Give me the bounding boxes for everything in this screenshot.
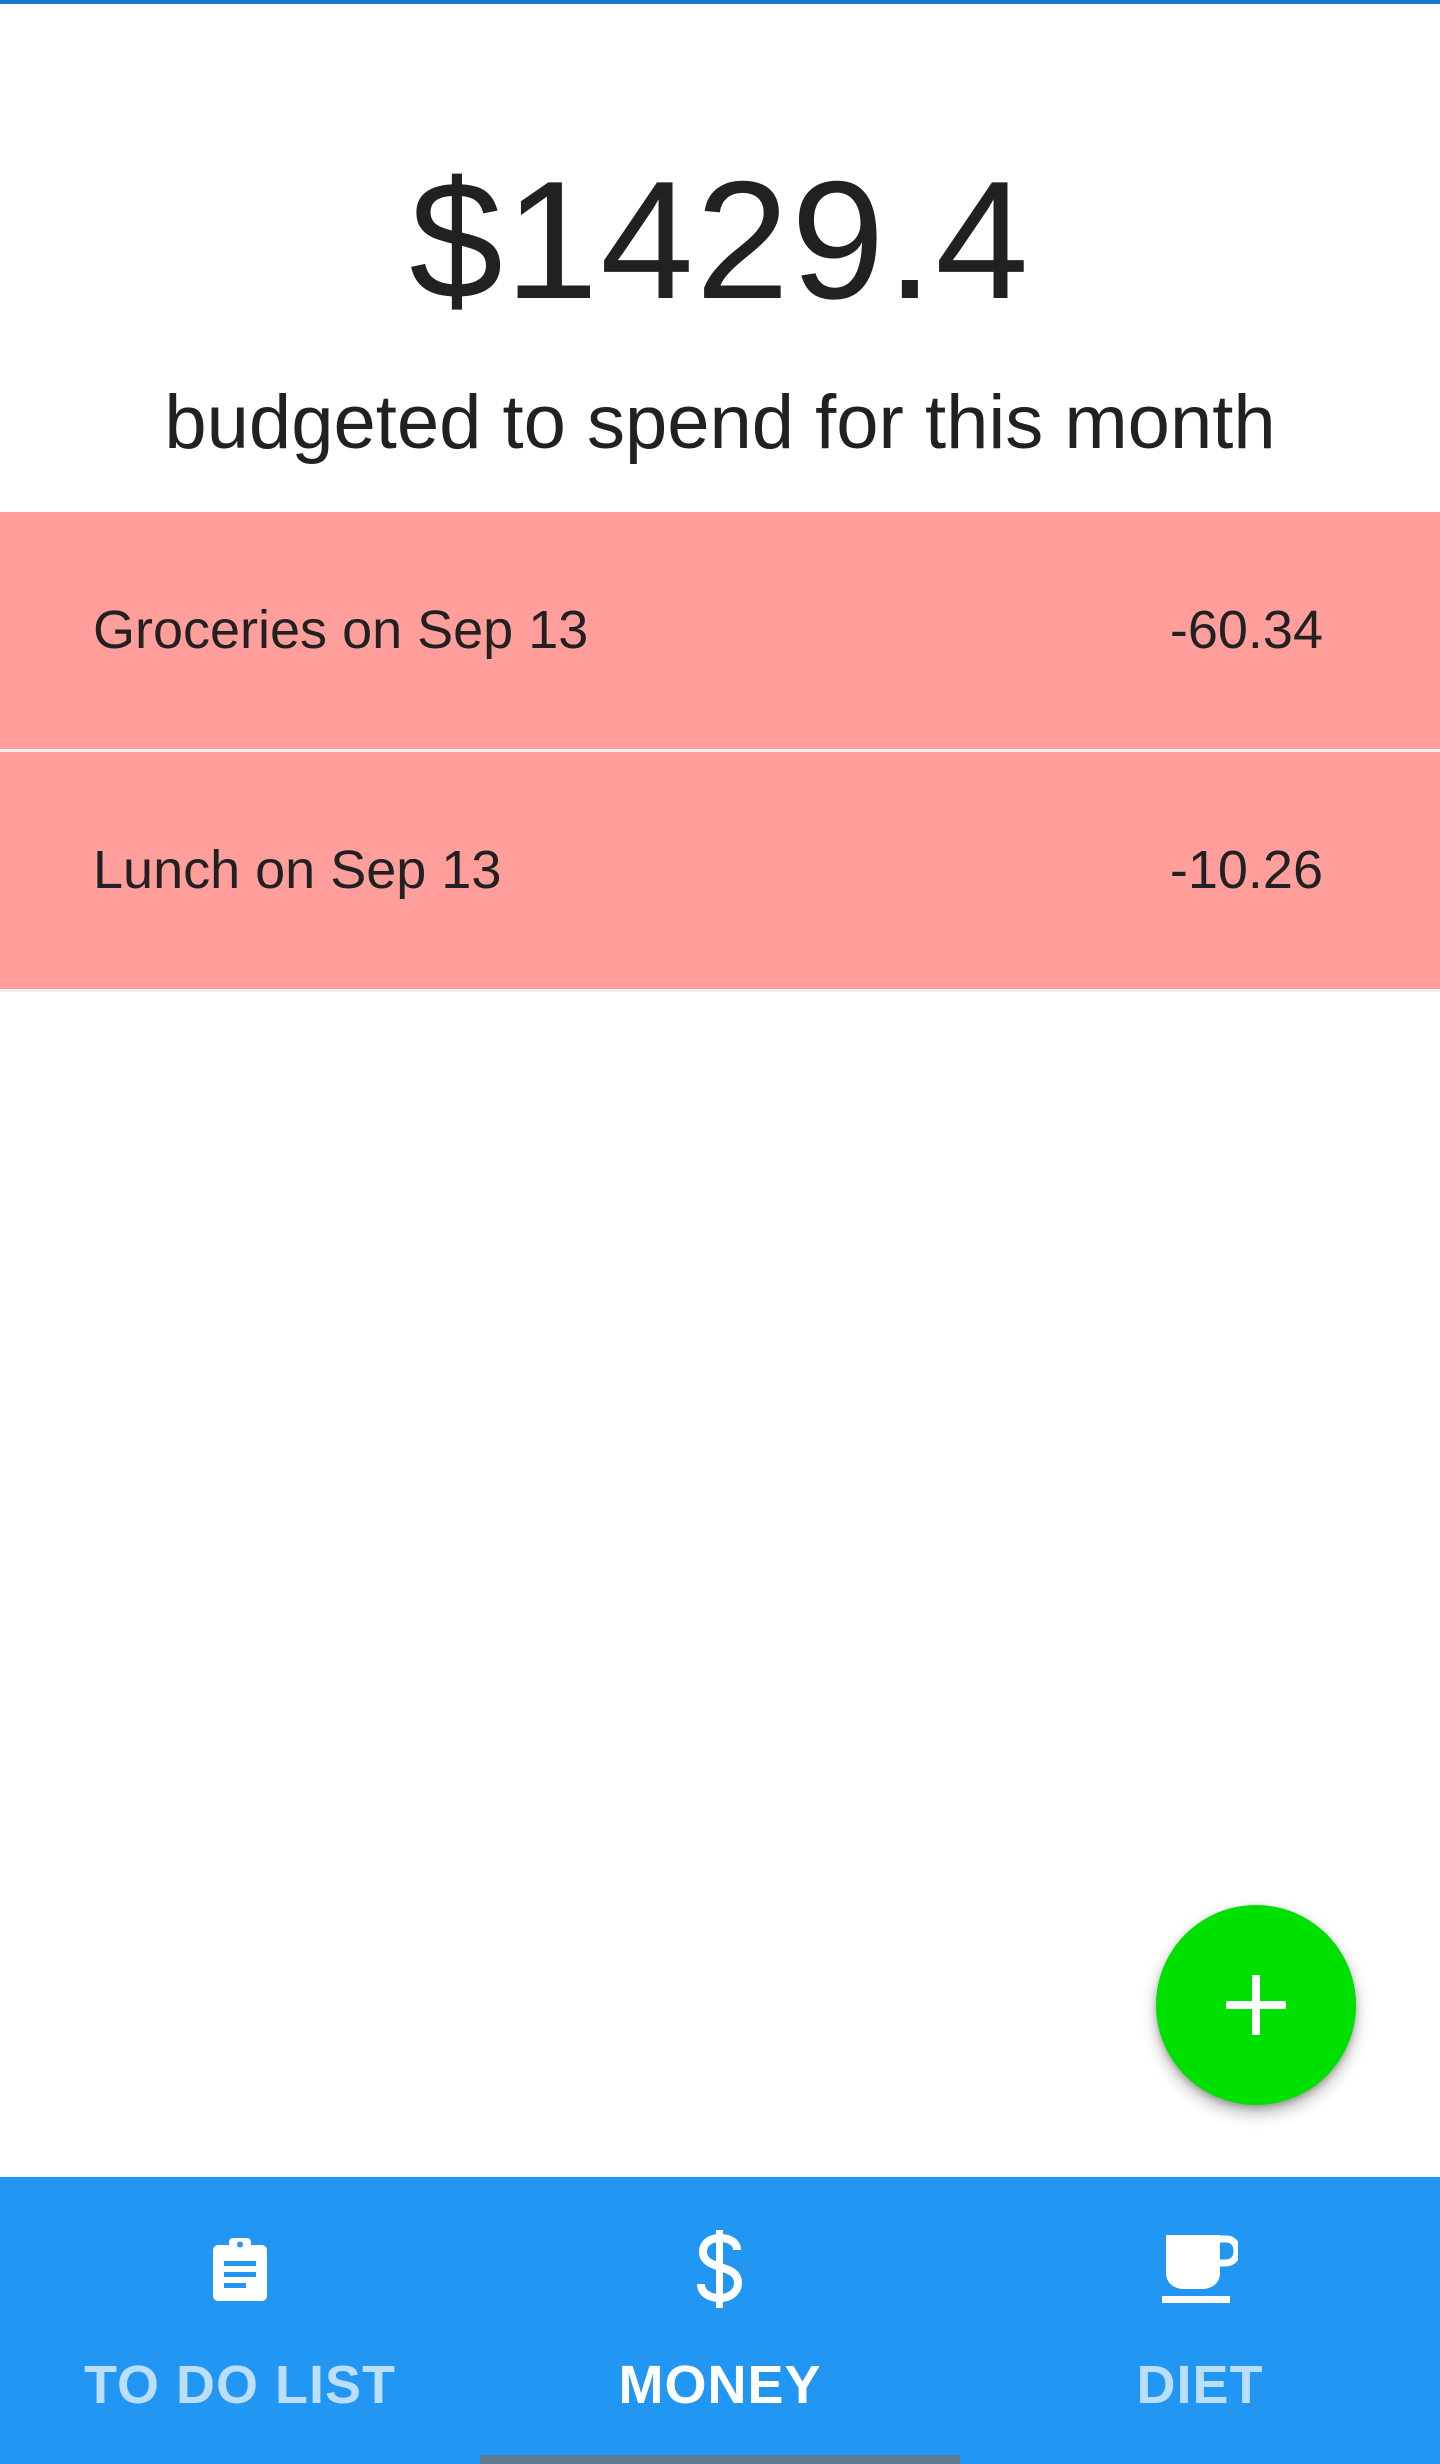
clipboard-icon xyxy=(200,2229,280,2309)
tab-to-do-list[interactable]: TO DO LIST xyxy=(0,2177,480,2464)
expense-label: Groceries on Sep 13 xyxy=(93,600,589,660)
coffee-cup-icon xyxy=(1160,2229,1240,2309)
dollar-icon xyxy=(680,2229,760,2309)
tab-label: TO DO LIST xyxy=(83,2355,396,2415)
plus-icon xyxy=(1226,1975,1286,2035)
expense-list: Groceries on Sep 13 -60.34 Lunch on Sep … xyxy=(0,512,1440,992)
expense-row[interactable]: Groceries on Sep 13 -60.34 xyxy=(0,512,1440,752)
bottom-navigation: TO DO LIST MONEY DIET xyxy=(0,2177,1440,2464)
budget-amount: $1429.4 xyxy=(409,146,1031,334)
tab-label: MONEY xyxy=(618,2355,822,2415)
active-tab-indicator xyxy=(480,2455,960,2464)
expense-amount: -60.34 xyxy=(1169,600,1323,660)
expense-label: Lunch on Sep 13 xyxy=(93,840,502,900)
tab-money[interactable]: MONEY xyxy=(480,2177,960,2464)
tab-diet[interactable]: DIET xyxy=(960,2177,1440,2464)
top-accent-bar xyxy=(0,0,1440,4)
add-expense-button[interactable] xyxy=(1156,1905,1356,2105)
expense-row[interactable]: Lunch on Sep 13 -10.26 xyxy=(0,752,1440,992)
budget-caption: budgeted to spend for this month xyxy=(164,380,1276,465)
expense-amount: -10.26 xyxy=(1169,840,1323,900)
tab-label: DIET xyxy=(1136,2355,1264,2415)
